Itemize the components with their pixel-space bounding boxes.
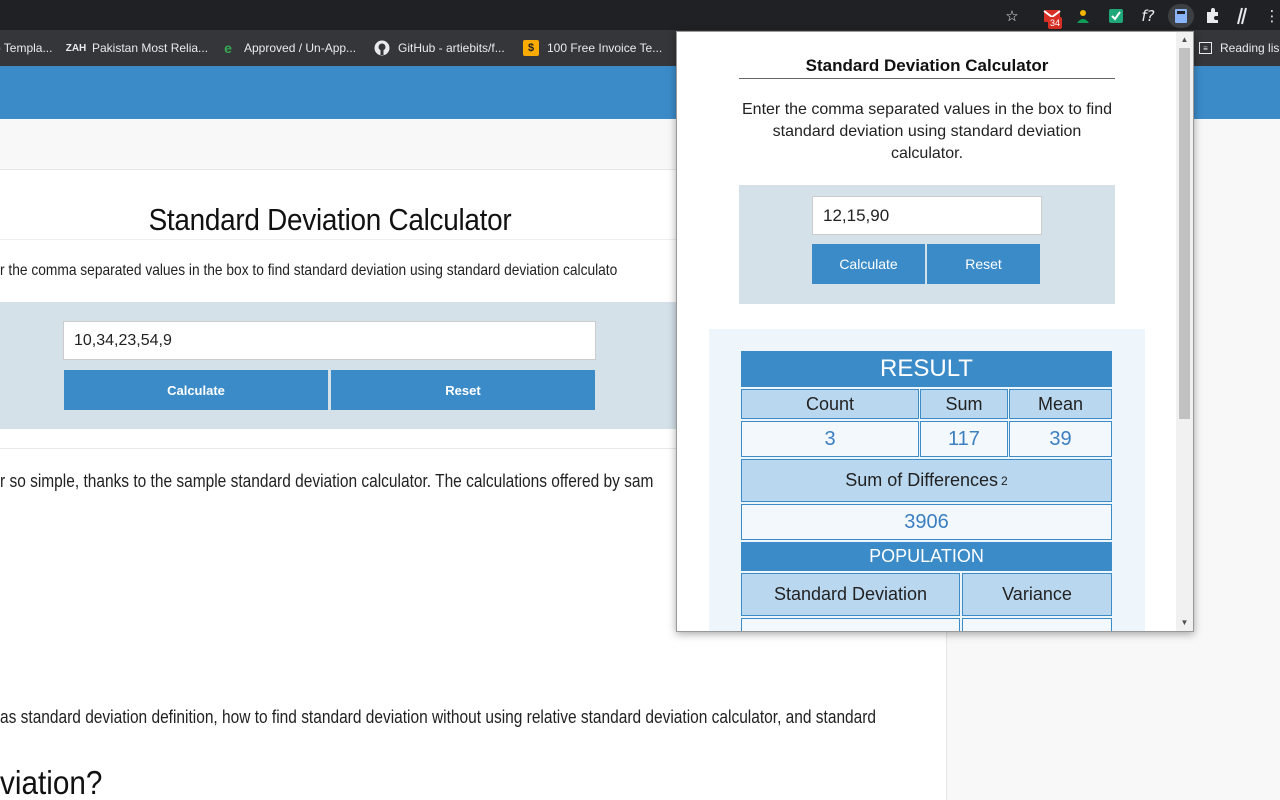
popup-scrollbar[interactable]: ▲ ▼	[1176, 32, 1193, 631]
bookmark-label: Pakistan Most Relia...	[92, 41, 209, 55]
puzzle-extensions-icon[interactable]	[1202, 6, 1222, 26]
bookmark-label: Approved / Un-App...	[244, 41, 357, 55]
popup-calculate-button[interactable]: Calculate	[812, 244, 925, 284]
gmail-badge: 34	[1048, 17, 1063, 29]
reset-button[interactable]: Reset	[331, 370, 595, 410]
calculate-button[interactable]: Calculate	[64, 370, 328, 410]
bookmark-item[interactable]: e Approved / Un-App...	[220, 39, 356, 57]
result-header: RESULT	[741, 351, 1112, 387]
page-title: Standard Deviation Calculator	[148, 202, 512, 237]
variance-value	[962, 618, 1112, 631]
topics-paragraph: as standard deviation definition, how to…	[0, 707, 877, 727]
bookmark-item[interactable]: ZAH Pakistan Most Relia...	[65, 39, 209, 57]
e-icon: e	[224, 40, 232, 56]
title-divider	[0, 239, 676, 240]
bookmark-label: p Templa...	[0, 41, 53, 55]
calculator-extension-icon[interactable]	[1168, 4, 1194, 28]
popup-description: Enter the comma separated values in the …	[742, 101, 1112, 162]
mean-value: 39	[1009, 421, 1112, 457]
popup-values-input[interactable]: 12,15,90	[812, 196, 1042, 235]
zah-icon: ZAH	[65, 42, 87, 54]
extension-popup: Standard Deviation Calculator Enter the …	[676, 31, 1194, 632]
github-icon	[374, 40, 390, 56]
popup-calculator-box: 12,15,90 Calculate Reset	[739, 185, 1115, 304]
check-extension-icon[interactable]	[1106, 6, 1126, 26]
dollar-icon: $	[523, 40, 539, 56]
reading-list-button[interactable]: ≡ Reading lis	[1199, 39, 1279, 57]
squared-superscript: 2	[1001, 473, 1008, 488]
std-deviation-label: Standard Deviation	[741, 573, 960, 616]
person-extension-icon[interactable]	[1074, 6, 1094, 26]
bookmark-label: 100 Free Invoice Te...	[547, 41, 663, 55]
sum-differences-value: 3906	[741, 504, 1112, 540]
popup-reset-button[interactable]: Reset	[927, 244, 1040, 284]
browser-toolbar: ☆ 34 f? ⋮	[0, 0, 1280, 30]
sum-label: Sum	[920, 389, 1008, 419]
bookmark-item[interactable]: $ 100 Free Invoice Te...	[523, 39, 662, 57]
page-description: r the comma separated values in the box …	[0, 262, 618, 279]
sum-differences-text: Sum of Differences	[845, 470, 999, 490]
sum-differences-label: Sum of Differences 2	[741, 459, 1112, 502]
profile-avatar-icon[interactable]	[1232, 6, 1252, 26]
population-header: POPULATION	[741, 542, 1112, 571]
reading-list-label: Reading lis	[1220, 41, 1280, 55]
scroll-down-arrow-icon[interactable]: ▼	[1179, 617, 1190, 628]
result-panel: RESULT Count Sum Mean 3 117 39 Sum of Di…	[709, 329, 1145, 631]
bookmark-star-icon[interactable]: ☆	[1002, 6, 1022, 26]
count-value: 3	[741, 421, 919, 457]
intro-paragraph: r so simple, thanks to the sample standa…	[0, 471, 654, 491]
scrollbar-thumb[interactable]	[1179, 48, 1190, 419]
scroll-up-arrow-icon[interactable]: ▲	[1179, 34, 1190, 45]
bookmark-item[interactable]: GitHub - artiebits/f...	[374, 39, 505, 57]
count-label: Count	[741, 389, 919, 419]
values-input[interactable]: 10,34,23,54,9	[63, 321, 596, 360]
calculator-box: 10,34,23,54,9 Calculate Reset	[0, 302, 676, 429]
section-heading: viation?	[0, 764, 103, 800]
variance-label: Variance	[962, 573, 1112, 616]
std-deviation-value	[741, 618, 960, 631]
mean-label: Mean	[1009, 389, 1112, 419]
menu-kebab-icon[interactable]: ⋮	[1262, 6, 1280, 26]
bookmark-item[interactable]: p Templa...	[0, 39, 52, 57]
sum-value: 117	[920, 421, 1008, 457]
popup-title: Standard Deviation Calculator	[739, 56, 1115, 79]
bookmark-label: GitHub - artiebits/f...	[398, 41, 505, 55]
formula-extension-icon[interactable]: f?	[1138, 6, 1158, 26]
reading-list-icon: ≡	[1199, 42, 1212, 54]
